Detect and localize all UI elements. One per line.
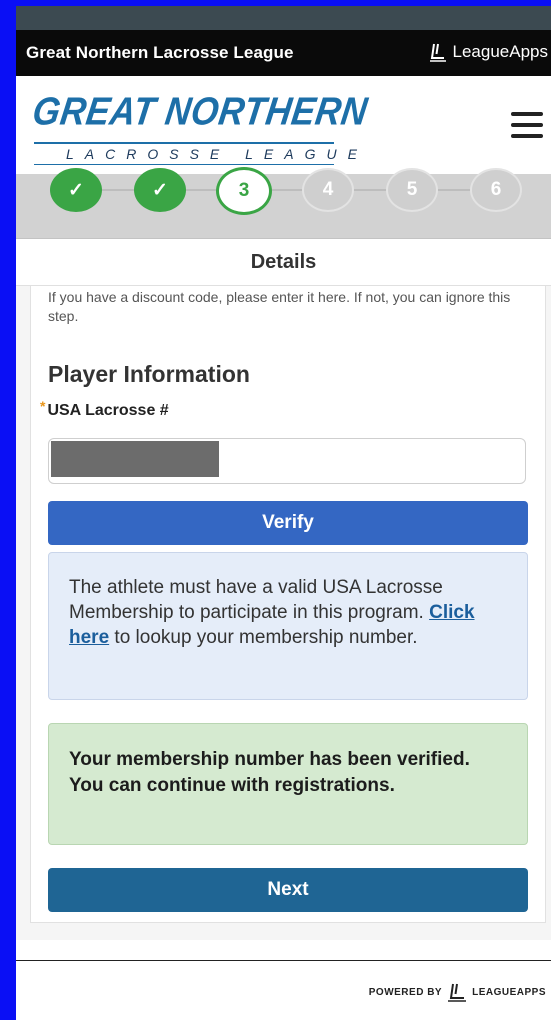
leagueapps-link[interactable]: LeagueApps <box>428 42 548 62</box>
step-5: 5 <box>386 168 438 212</box>
info-text: The athlete must have a valid USA Lacros… <box>69 577 443 623</box>
player-information-heading: Player Information <box>48 361 250 387</box>
redacted-value-block <box>51 441 219 477</box>
status-strip <box>16 6 551 30</box>
league-logo[interactable]: GREAT NORTHERN LACROSSE LEAGUE <box>30 90 370 165</box>
step-2-complete[interactable]: ✓ <box>134 168 186 212</box>
next-button[interactable]: Next <box>48 868 528 912</box>
details-header: Details <box>16 239 551 286</box>
membership-info-box: The athlete must have a valid USA Lacros… <box>48 552 528 700</box>
league-bar: Great Northern Lacrosse League LeagueApp… <box>16 30 551 76</box>
step-1-complete[interactable]: ✓ <box>50 168 102 212</box>
logo-title: GREAT NORTHERN <box>29 90 371 134</box>
registration-card: If you have a discount code, please ente… <box>30 286 546 923</box>
step-4: 4 <box>302 168 354 212</box>
logo-subtitle: LACROSSE LEAGUE <box>66 146 368 162</box>
step-3-current: 3 <box>216 167 272 215</box>
content-area: If you have a discount code, please ente… <box>16 286 551 940</box>
info-text-after: to lookup your membership number. <box>109 627 418 648</box>
leagueapps-logo-icon <box>429 43 446 62</box>
progress-stepper: ✓ ✓ 3 4 5 6 <box>16 167 551 239</box>
usa-lacrosse-label: * USA Lacrosse # <box>40 398 169 420</box>
mobile-page: Great Northern Lacrosse League LeagueApp… <box>16 6 551 1020</box>
discount-instructions: If you have a discount code, please ente… <box>48 289 511 324</box>
page-footer: POWERED BY LEAGUEAPPS <box>16 960 551 1020</box>
required-marker: * <box>40 398 46 414</box>
step-6: 6 <box>470 168 522 212</box>
verify-button[interactable]: Verify <box>48 501 528 545</box>
hamburger-menu-icon[interactable] <box>511 112 543 138</box>
site-header: GREAT NORTHERN LACROSSE LEAGUE <box>16 76 551 175</box>
logo-rule-top <box>34 142 334 144</box>
league-name[interactable]: Great Northern Lacrosse League <box>26 43 294 63</box>
leagueapps-label: LeagueApps <box>452 42 548 61</box>
powered-by-text: POWERED BY <box>368 986 443 998</box>
leagueapps-footer-logo-icon <box>448 983 467 1002</box>
footer-brand: LEAGUEAPPS <box>472 986 546 998</box>
usa-lacrosse-label-text: USA Lacrosse # <box>47 402 169 419</box>
powered-by-leagueapps[interactable]: POWERED BY LEAGUEAPPS <box>369 982 546 1002</box>
verification-success-message: Your membership number has been verified… <box>48 723 528 845</box>
logo-rule-bottom <box>34 164 334 165</box>
usa-lacrosse-number-input[interactable] <box>48 438 526 484</box>
